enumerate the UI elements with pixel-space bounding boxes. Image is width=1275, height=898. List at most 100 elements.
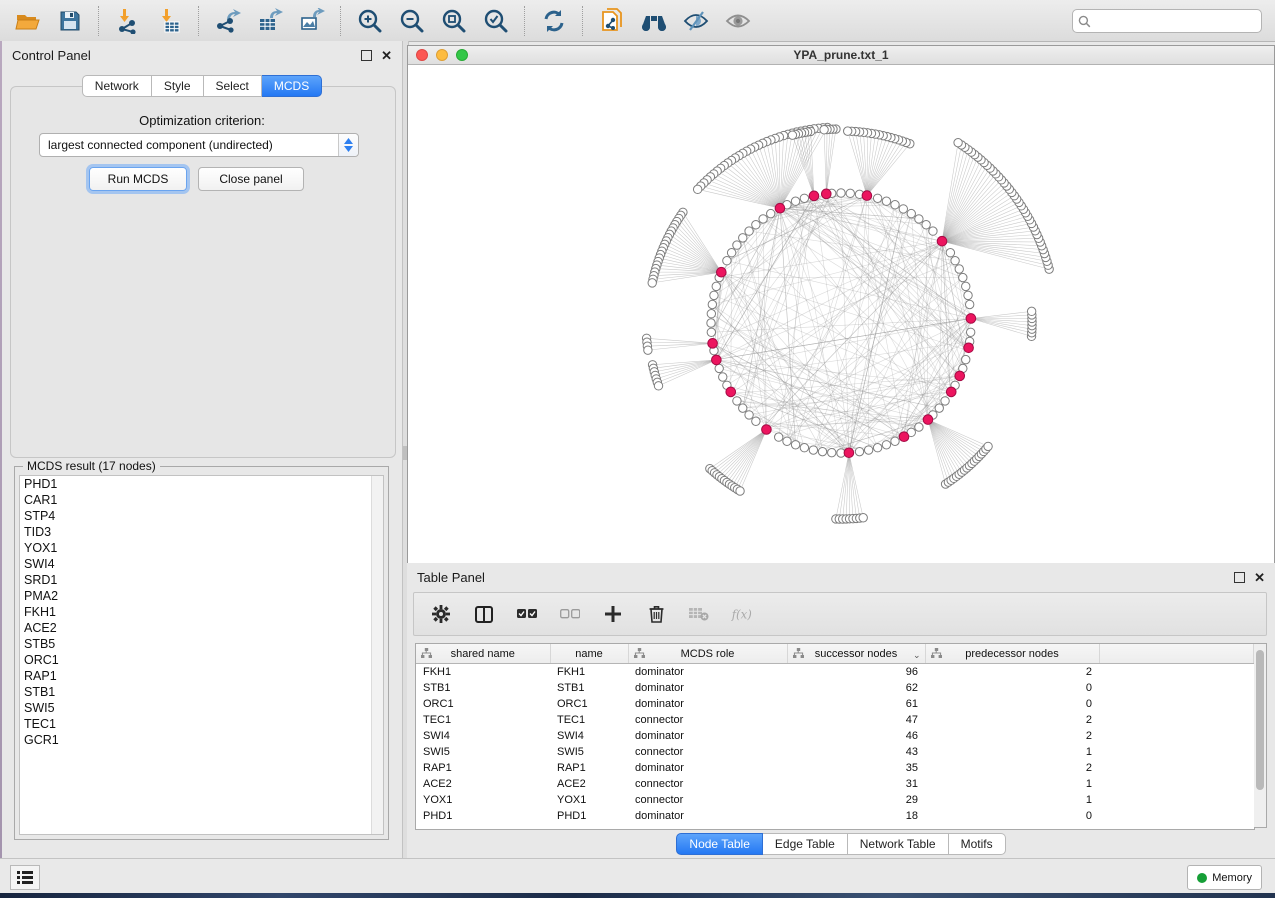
tab-select[interactable]: Select: [204, 75, 262, 97]
mcds-result-item[interactable]: SWI5: [20, 700, 383, 716]
mcds-result-item[interactable]: TEC1: [20, 716, 383, 732]
table-cell[interactable]: dominator: [628, 728, 787, 744]
table-row[interactable]: SWI4SWI4dominator462: [416, 728, 1254, 744]
network-document-button[interactable]: [596, 5, 628, 37]
table-cell[interactable]: PHD1: [416, 808, 550, 824]
column-header-name[interactable]: name: [550, 644, 628, 664]
save-session-button[interactable]: [54, 5, 86, 37]
table-cell[interactable]: 0: [925, 808, 1099, 824]
table-cell[interactable]: RAP1: [416, 760, 550, 776]
table-cell[interactable]: 35: [787, 760, 925, 776]
node-table[interactable]: shared namenameMCDS rolesuccessor nodes⌄…: [415, 643, 1255, 830]
table-cell[interactable]: 2: [925, 712, 1099, 728]
mcds-result-item[interactable]: ORC1: [20, 652, 383, 668]
mcds-node[interactable]: [762, 425, 772, 435]
deselect-all-button[interactable]: [559, 603, 581, 625]
tab-mcds[interactable]: MCDS: [262, 75, 322, 97]
mcds-node[interactable]: [937, 236, 947, 246]
table-cell[interactable]: 31: [787, 776, 925, 792]
hide-selected-button[interactable]: [680, 5, 712, 37]
search-input[interactable]: [1091, 12, 1261, 30]
table-cell[interactable]: FKH1: [416, 664, 550, 681]
mcds-result-item[interactable]: TID3: [20, 524, 383, 540]
mcds-node[interactable]: [946, 387, 956, 397]
mcds-result-item[interactable]: RAP1: [20, 668, 383, 684]
export-image-button[interactable]: [296, 5, 328, 37]
table-cell[interactable]: STB1: [416, 680, 550, 696]
tab-network[interactable]: Network: [82, 75, 152, 97]
table-cell[interactable]: 0: [925, 680, 1099, 696]
table-cell[interactable]: 61: [787, 696, 925, 712]
criterion-dropdown[interactable]: largest connected component (undirected): [39, 133, 359, 157]
float-panel-icon[interactable]: [1234, 572, 1245, 583]
table-cell[interactable]: dominator: [628, 696, 787, 712]
memory-button[interactable]: Memory: [1187, 865, 1262, 890]
column-header-successor-nodes[interactable]: successor nodes⌄: [787, 644, 925, 664]
table-row[interactable]: PHD1PHD1dominator180: [416, 808, 1254, 824]
tab-network-table[interactable]: Network Table: [848, 833, 949, 855]
table-cell[interactable]: connector: [628, 776, 787, 792]
mcds-node[interactable]: [862, 191, 872, 201]
table-row[interactable]: FKH1FKH1dominator962: [416, 664, 1254, 681]
select-all-button[interactable]: [516, 603, 538, 625]
table-cell[interactable]: SWI4: [550, 728, 628, 744]
table-cell[interactable]: dominator: [628, 680, 787, 696]
scrollbar-thumb[interactable]: [1256, 650, 1264, 790]
table-cell[interactable]: TEC1: [550, 712, 628, 728]
mcds-result-item[interactable]: STP4: [20, 508, 383, 524]
mcds-node[interactable]: [775, 203, 785, 213]
table-row[interactable]: ACE2ACE2connector311: [416, 776, 1254, 792]
window-minimize-icon[interactable]: [436, 49, 448, 61]
table-cell[interactable]: 0: [925, 696, 1099, 712]
table-cell[interactable]: 96: [787, 664, 925, 681]
table-cell[interactable]: RAP1: [550, 760, 628, 776]
delete-column-button[interactable]: [645, 603, 667, 625]
table-cell[interactable]: dominator: [628, 760, 787, 776]
table-cell[interactable]: STB1: [550, 680, 628, 696]
window-maximize-icon[interactable]: [456, 49, 468, 61]
table-settings-button[interactable]: [430, 603, 452, 625]
network-canvas[interactable]: [408, 65, 1274, 563]
import-table-button[interactable]: [154, 5, 186, 37]
table-cell[interactable]: ACE2: [550, 776, 628, 792]
mcds-node[interactable]: [809, 191, 819, 201]
table-cell[interactable]: SWI4: [416, 728, 550, 744]
table-cell[interactable]: 43: [787, 744, 925, 760]
table-cell[interactable]: connector: [628, 744, 787, 760]
table-row[interactable]: TEC1TEC1connector472: [416, 712, 1254, 728]
mcds-result-item[interactable]: PMA2: [20, 588, 383, 604]
mcds-result-item[interactable]: YOX1: [20, 540, 383, 556]
table-cell[interactable]: 29: [787, 792, 925, 808]
mcds-result-item[interactable]: STB1: [20, 684, 383, 700]
search-field[interactable]: [1072, 9, 1262, 33]
mcds-result-item[interactable]: CAR1: [20, 492, 383, 508]
table-row[interactable]: ORC1ORC1dominator610: [416, 696, 1254, 712]
zoom-fit-button[interactable]: [438, 5, 470, 37]
close-panel-icon[interactable]: ✕: [381, 51, 392, 60]
show-selected-button[interactable]: [722, 5, 754, 37]
mcds-node[interactable]: [955, 371, 965, 381]
table-cell[interactable]: 1: [925, 744, 1099, 760]
tab-motifs[interactable]: Motifs: [949, 833, 1006, 855]
mcds-node[interactable]: [821, 189, 831, 199]
float-panel-icon[interactable]: [361, 50, 372, 61]
mcds-node[interactable]: [717, 267, 727, 277]
tab-node-table[interactable]: Node Table: [676, 833, 763, 855]
table-cell[interactable]: ORC1: [550, 696, 628, 712]
table-cell[interactable]: SWI5: [416, 744, 550, 760]
mcds-result-item[interactable]: GCR1: [20, 732, 383, 748]
mcds-node[interactable]: [923, 415, 933, 425]
run-mcds-button[interactable]: Run MCDS: [89, 167, 187, 191]
table-cell[interactable]: dominator: [628, 808, 787, 824]
add-column-button[interactable]: [602, 603, 624, 625]
zoom-in-button[interactable]: [354, 5, 386, 37]
tab-style[interactable]: Style: [152, 75, 204, 97]
table-cell[interactable]: 18: [787, 808, 925, 824]
open-file-button[interactable]: [12, 5, 44, 37]
close-panel-button[interactable]: Close panel: [198, 167, 304, 191]
table-cell[interactable]: connector: [628, 792, 787, 808]
network-graph[interactable]: [408, 65, 1274, 563]
find-button[interactable]: [638, 5, 670, 37]
table-cell[interactable]: 62: [787, 680, 925, 696]
table-row[interactable]: YOX1YOX1connector291: [416, 792, 1254, 808]
